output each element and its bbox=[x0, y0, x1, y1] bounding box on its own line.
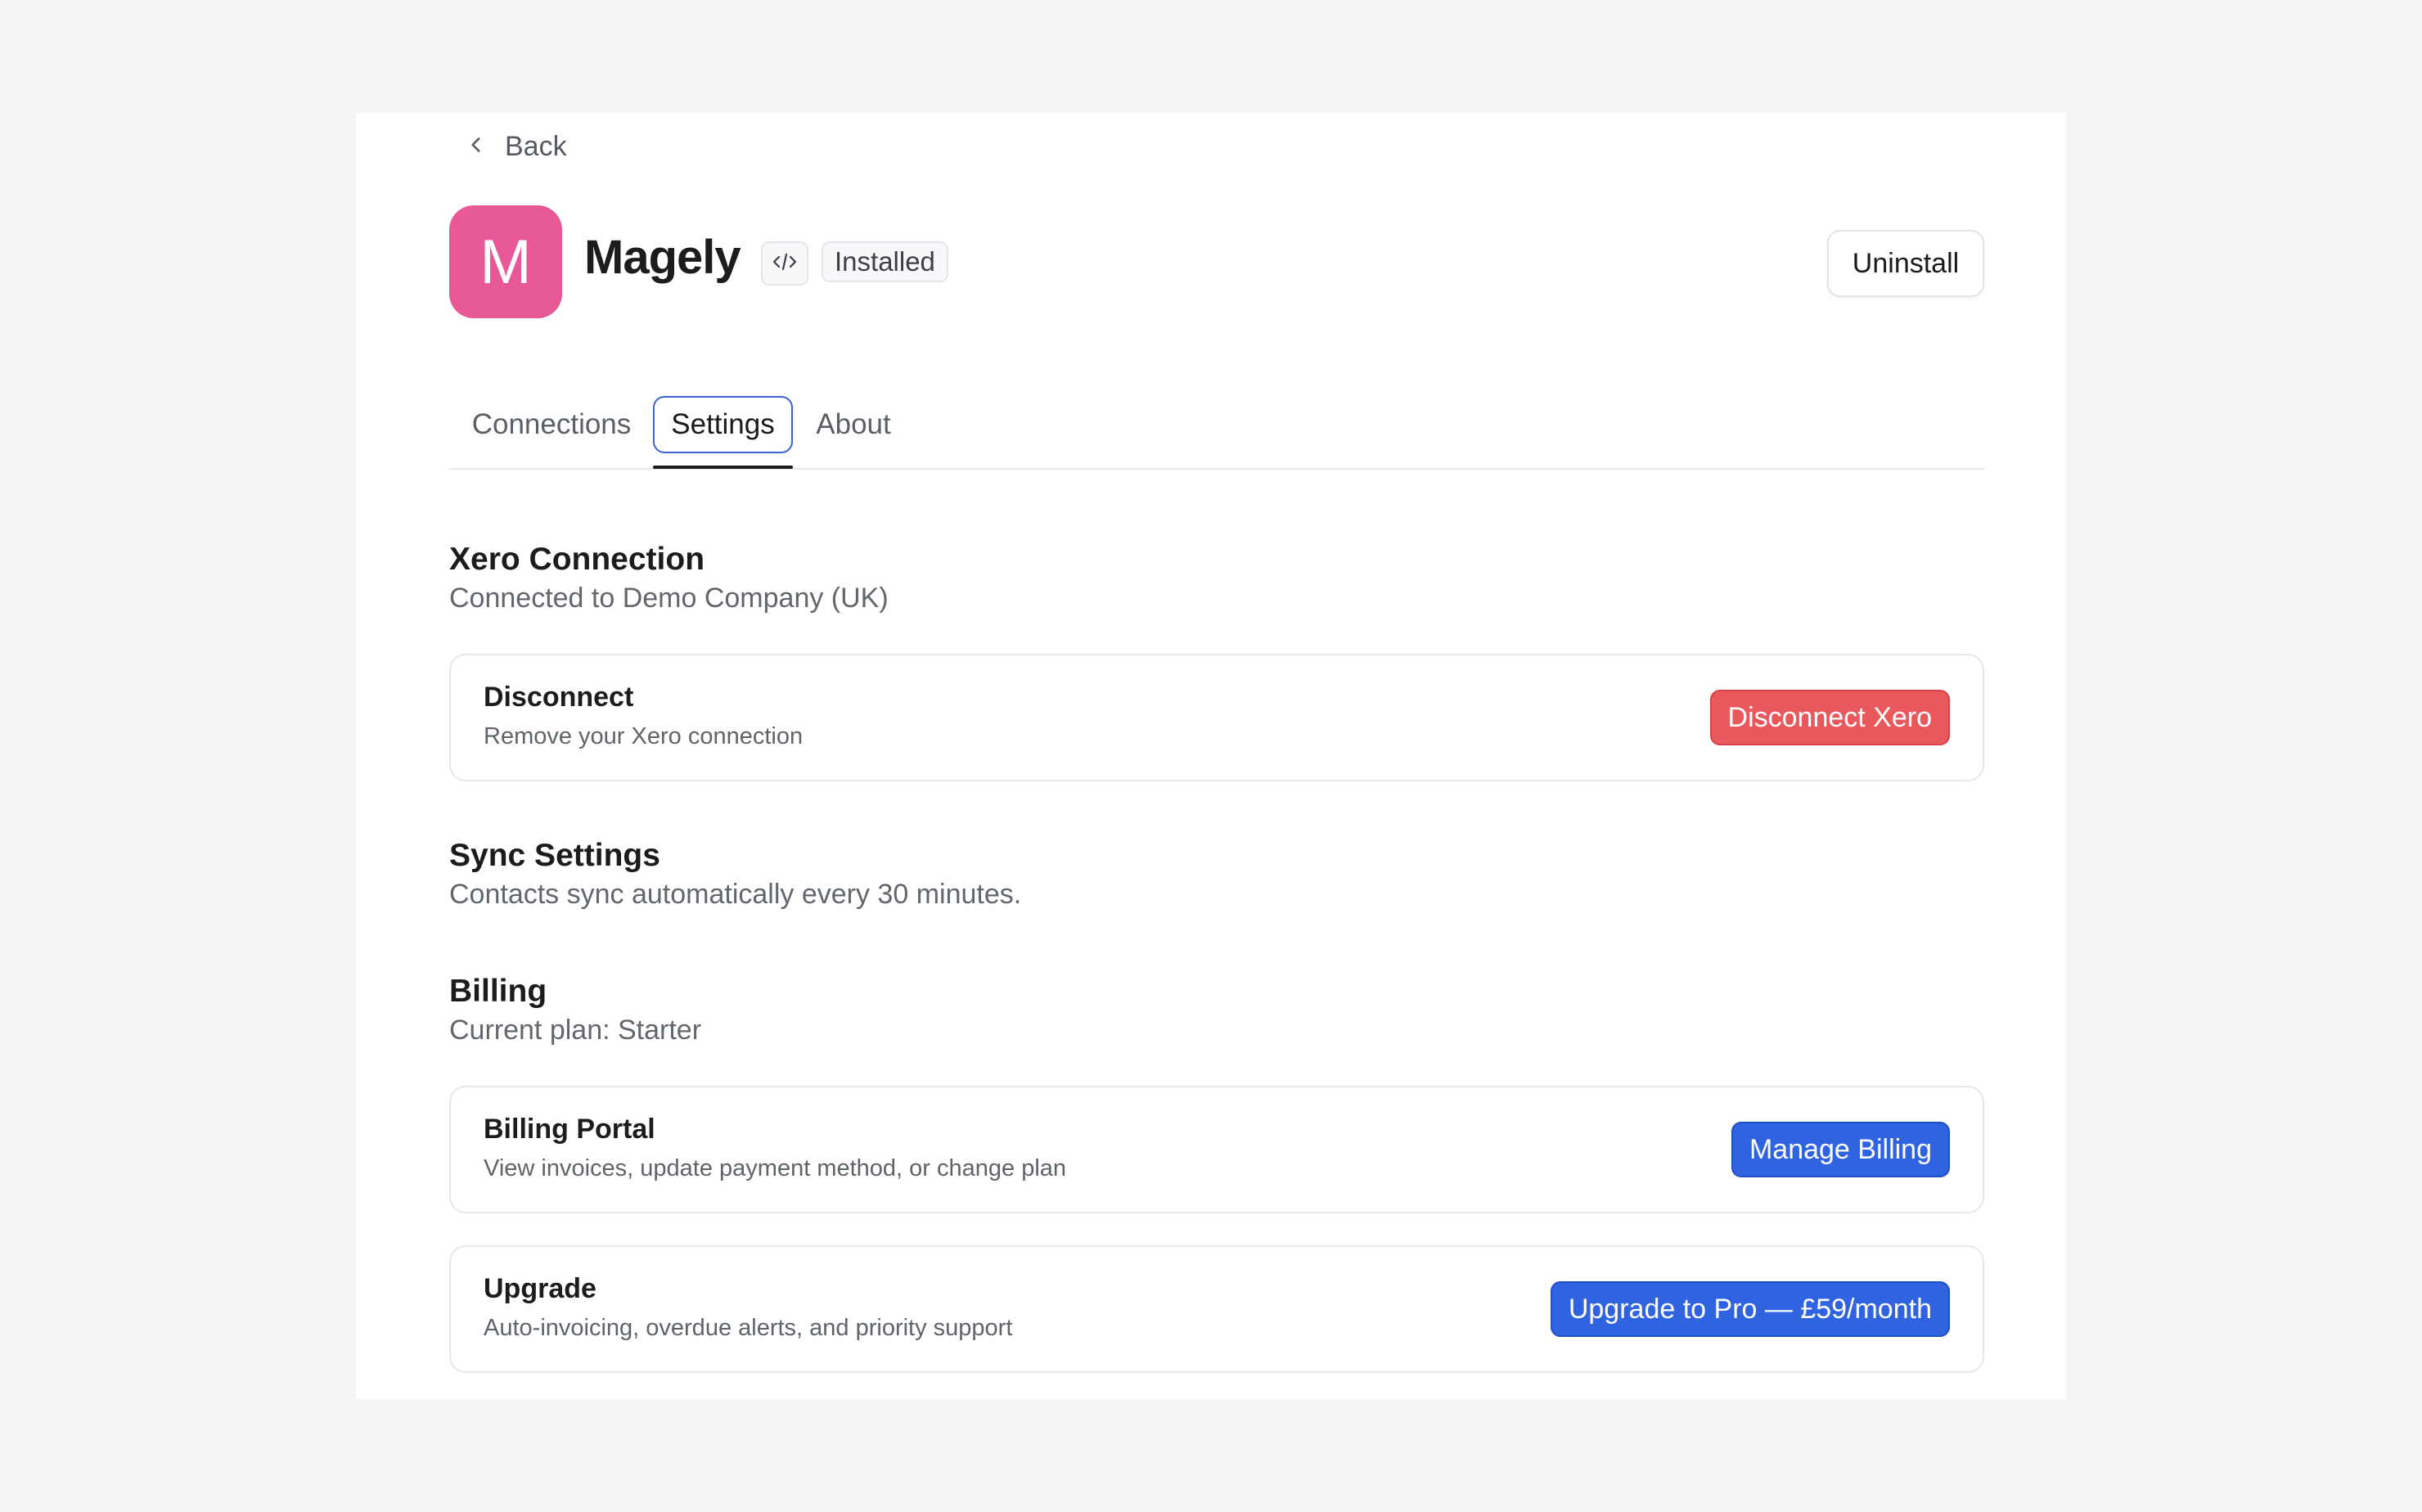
billing-portal-card-title: Billing Portal bbox=[484, 1114, 655, 1145]
app-title: Magely bbox=[584, 231, 741, 284]
active-tab-indicator bbox=[653, 466, 793, 469]
billing-section-title: Billing bbox=[449, 974, 547, 1009]
app-logo: M bbox=[449, 205, 562, 318]
disconnect-card-title: Disconnect bbox=[484, 682, 634, 713]
back-link[interactable]: Back bbox=[466, 131, 567, 163]
upgrade-card-title: Upgrade bbox=[484, 1273, 596, 1304]
upgrade-card: Upgrade Auto-invoicing, overdue alerts, … bbox=[449, 1245, 1984, 1373]
code-badge bbox=[761, 241, 808, 286]
app-detail-panel: Back M Magely Installed Uninstall Connec… bbox=[356, 113, 2066, 1399]
manage-billing-button[interactable]: Manage Billing bbox=[1731, 1122, 1950, 1177]
upgrade-to-pro-button[interactable]: Upgrade to Pro — £59/month bbox=[1550, 1281, 1950, 1337]
sync-section-subtitle: Contacts sync automatically every 30 min… bbox=[449, 879, 1022, 910]
disconnect-card: Disconnect Remove your Xero connection D… bbox=[449, 654, 1984, 781]
back-label: Back bbox=[505, 131, 567, 162]
tab-about[interactable]: About bbox=[804, 396, 903, 453]
uninstall-button[interactable]: Uninstall bbox=[1827, 230, 1984, 297]
xero-section-title: Xero Connection bbox=[449, 542, 705, 577]
tab-connections[interactable]: Connections bbox=[449, 396, 654, 453]
disconnect-xero-button[interactable]: Disconnect Xero bbox=[1709, 690, 1950, 745]
xero-section-subtitle: Connected to Demo Company (UK) bbox=[449, 583, 889, 614]
tab-settings[interactable]: Settings bbox=[653, 396, 793, 453]
billing-portal-card-description: View invoices, update payment method, or… bbox=[484, 1155, 1067, 1181]
disconnect-card-description: Remove your Xero connection bbox=[484, 723, 804, 749]
billing-portal-card: Billing Portal View invoices, update pay… bbox=[449, 1086, 1984, 1213]
code-icon bbox=[772, 251, 798, 277]
app-logo-letter: M bbox=[479, 227, 532, 297]
sync-section-title: Sync Settings bbox=[449, 838, 660, 873]
tab-bar: Connections Settings About bbox=[449, 396, 1984, 470]
billing-section-subtitle: Current plan: Starter bbox=[449, 1015, 702, 1046]
app-header: M Magely Installed Uninstall bbox=[449, 205, 1984, 318]
upgrade-card-description: Auto-invoicing, overdue alerts, and prio… bbox=[484, 1315, 1013, 1341]
chevron-left-icon bbox=[466, 131, 487, 163]
status-badge: Installed bbox=[822, 241, 948, 282]
